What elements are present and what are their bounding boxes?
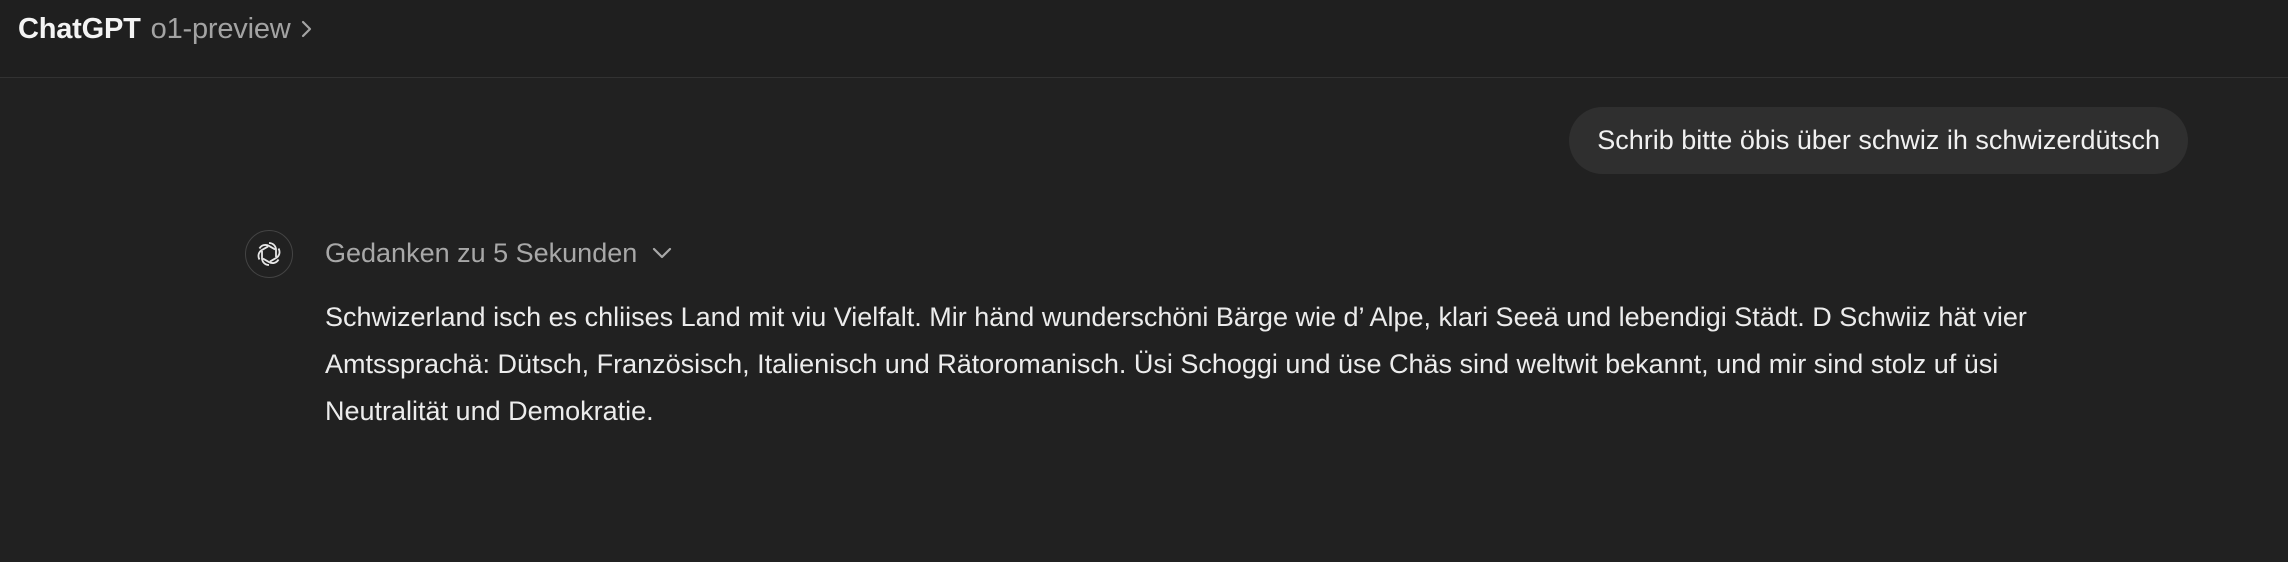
- user-message-text: Schrib bitte öbis über schwiz ih schwize…: [1597, 125, 2160, 155]
- chevron-down-icon: [651, 246, 673, 260]
- model-switcher[interactable]: ChatGPT o1-preview: [18, 8, 315, 50]
- user-message-bubble: Schrib bitte öbis über schwiz ih schwize…: [1569, 107, 2188, 174]
- model-name: o1-preview: [150, 12, 291, 45]
- chevron-right-icon: [299, 18, 315, 40]
- thoughts-label: Gedanken zu 5 Sekunden: [325, 237, 638, 268]
- top-bar: ChatGPT o1-preview: [0, 0, 2288, 78]
- assistant-response: Schwizerland isch es chliises Land mit v…: [325, 302, 2027, 426]
- thoughts-toggle[interactable]: Gedanken zu 5 Sekunden: [325, 234, 673, 272]
- chat-page: ChatGPT o1-preview Schrib bitte öbis übe…: [0, 0, 2288, 562]
- app-name: ChatGPT: [18, 12, 141, 45]
- openai-logo-icon: [245, 230, 293, 278]
